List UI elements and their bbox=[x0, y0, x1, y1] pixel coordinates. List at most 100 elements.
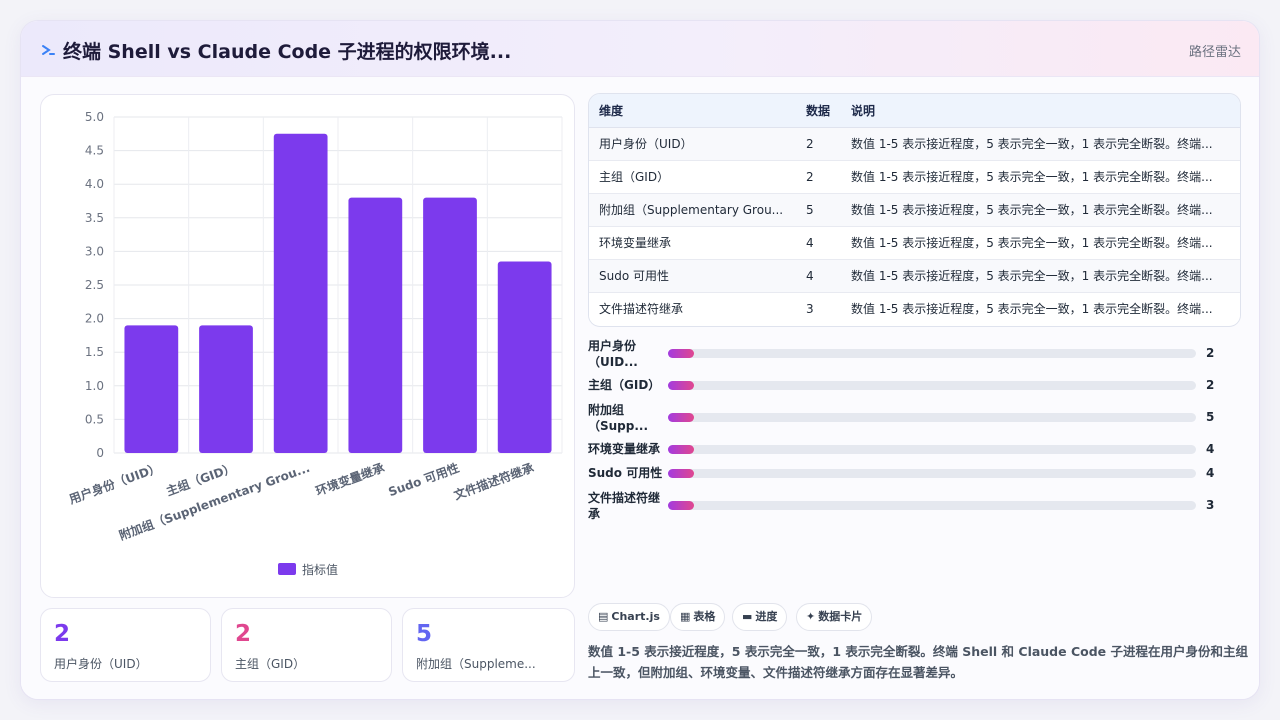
progress-fill bbox=[668, 469, 695, 478]
y-tick-label: 1.5 bbox=[85, 345, 104, 359]
stat-label: 主组（GID） bbox=[235, 657, 306, 671]
table-icon: ▦ bbox=[680, 610, 691, 623]
table-cell: 环境变量继承 bbox=[589, 226, 796, 260]
summary-text: 数值 1-5 表示接近程度，5 表示完全一致，1 表示完全断裂。终端 Shell… bbox=[588, 644, 1248, 680]
y-tick-label: 4.5 bbox=[85, 144, 104, 158]
page-title: 终端 Shell vs Claude Code 子进程的权限环境... bbox=[63, 41, 512, 63]
table-cell: 文件描述符继承 bbox=[589, 292, 796, 325]
table-cell: Sudo 可用性 bbox=[589, 259, 796, 293]
legend-swatch bbox=[278, 563, 296, 575]
progress-track bbox=[668, 381, 1196, 390]
progress-track bbox=[668, 501, 1196, 510]
table-cell: 4 bbox=[796, 226, 841, 260]
header-bar: 终端 Shell vs Claude Code 子进程的权限环境... 路径雷达 bbox=[21, 21, 1259, 77]
data-table: 维度 数据 说明 用户身份（UID） 2 数值 1-5 表示接近程度，5 表示完… bbox=[588, 93, 1241, 327]
chart-bar bbox=[124, 325, 179, 453]
progress-value: 2 bbox=[1206, 378, 1215, 392]
main-card: 终端 Shell vs Claude Code 子进程的权限环境... 路径雷达… bbox=[20, 20, 1260, 700]
chip-label: 数据卡片 bbox=[818, 610, 863, 623]
progress-fill bbox=[668, 381, 695, 390]
chart-bar bbox=[423, 197, 477, 453]
x-tick-label: 环境变量继承 bbox=[314, 460, 387, 499]
chip-data-card[interactable]: ✦ 数据卡片 bbox=[796, 603, 873, 631]
table-cell: 3 bbox=[796, 292, 841, 325]
table-cell: 主组（GID） bbox=[589, 160, 796, 194]
chart-bar bbox=[348, 197, 403, 453]
stat-label: 用户身份（UID） bbox=[54, 657, 148, 671]
table-row: 附加组（Supplementary Grou... 5 数值 1-5 表示接近程… bbox=[589, 193, 1240, 227]
progress-value: 4 bbox=[1206, 442, 1215, 456]
table-cell: 数值 1-5 表示接近程度，5 表示完全一致，1 表示完全断裂。终端... bbox=[841, 259, 1240, 293]
chip-label: 表格 bbox=[693, 610, 716, 623]
y-tick-label: 1.0 bbox=[85, 379, 104, 393]
y-tick-label: 2.5 bbox=[85, 278, 104, 292]
progress-track bbox=[668, 469, 1196, 478]
progress-row-env: 环境变量继承 4 bbox=[588, 440, 1248, 460]
bar-chart: 0 0.5 1.0 1.5 2.0 2.5 3.0 3.5 4.0 4.5 5.0 用户身份（UID）… bbox=[66, 110, 563, 577]
chip-label: 进度 bbox=[755, 610, 778, 623]
legend-label: 指标值 bbox=[302, 562, 338, 577]
chart-icon: ▤ bbox=[598, 610, 609, 623]
stat-card-supplementary: 5 附加组（Suppleme... bbox=[402, 608, 575, 682]
table-row: 用户身份（UID） 2 数值 1-5 表示接近程度，5 表示完全一致，1 表示完… bbox=[589, 127, 1240, 161]
column-header-dimension: 维度 bbox=[589, 94, 796, 128]
table-cell: 数值 1-5 表示接近程度，5 表示完全一致，1 表示完全断裂。终端... bbox=[841, 127, 1240, 161]
table-header-row: 维度 数据 说明 bbox=[589, 94, 1240, 128]
table-cell: 2 bbox=[796, 160, 841, 194]
y-tick-label: 2.0 bbox=[85, 312, 104, 326]
progress-fill bbox=[668, 445, 695, 454]
progress-label: 附加组（Supp... bbox=[588, 403, 649, 433]
stat-card-uid: 2 用户身份（UID） bbox=[40, 608, 211, 682]
progress-label: 文件描述符继承 bbox=[588, 491, 661, 521]
chart-bar bbox=[273, 133, 328, 454]
chip-table[interactable]: ▦ 表格 bbox=[670, 603, 726, 631]
chart-bar bbox=[199, 325, 253, 453]
table-cell: 4 bbox=[796, 259, 841, 293]
progress-fill bbox=[668, 349, 695, 358]
progress-row-gid: 主组（GID） 2 bbox=[588, 376, 1248, 396]
progress-value: 3 bbox=[1206, 498, 1215, 512]
chip-label: Chart.js bbox=[611, 610, 660, 623]
y-tick-label: 5.0 bbox=[85, 110, 104, 124]
table-cell: 数值 1-5 表示接近程度，5 表示完全一致，1 表示完全断裂。终端... bbox=[841, 292, 1240, 325]
progress-row-sudo: Sudo 可用性 4 bbox=[588, 464, 1248, 484]
table-row: 主组（GID） 2 数值 1-5 表示接近程度，5 表示完全一致，1 表示完全断… bbox=[589, 160, 1240, 194]
progress-track bbox=[668, 349, 1196, 358]
chip-progress[interactable]: ▬ 进度 bbox=[732, 603, 788, 631]
progress-label: 环境变量继承 bbox=[588, 442, 661, 456]
table-cell: 5 bbox=[796, 193, 841, 227]
progress-label: 用户身份（UID... bbox=[588, 339, 638, 369]
chip-chartjs[interactable]: ▤ Chart.js bbox=[588, 603, 670, 631]
chart-bar bbox=[497, 261, 552, 453]
path-radar-link[interactable]: 路径雷达 bbox=[1189, 41, 1241, 60]
y-tick-label: 3.0 bbox=[85, 244, 104, 258]
y-tick-label: 0.5 bbox=[85, 412, 104, 426]
table-cell: 数值 1-5 表示接近程度，5 表示完全一致，1 表示完全断裂。终端... bbox=[841, 193, 1240, 227]
progress-fill bbox=[668, 501, 695, 510]
progress-row-uid: 用户身份（UID... 2 bbox=[588, 337, 1248, 371]
progress-label: Sudo 可用性 bbox=[588, 466, 663, 480]
table-cell: 数值 1-5 表示接近程度，5 表示完全一致，1 表示完全断裂。终端... bbox=[841, 160, 1240, 194]
table-row: 环境变量继承 4 数值 1-5 表示接近程度，5 表示完全一致，1 表示完全断裂… bbox=[589, 226, 1240, 260]
stat-value: 2 bbox=[235, 621, 252, 647]
x-tick-label: 文件描述符继承 bbox=[452, 460, 536, 503]
progress-fill bbox=[668, 413, 695, 422]
y-tick-label: 3.5 bbox=[85, 211, 104, 225]
table-row: 文件描述符继承 3 数值 1-5 表示接近程度，5 表示完全一致，1 表示完全断… bbox=[589, 292, 1240, 325]
x-tick-label: Sudo 可用性 bbox=[386, 460, 461, 499]
table-row: Sudo 可用性 4 数值 1-5 表示接近程度，5 表示完全一致，1 表示完全… bbox=[589, 259, 1240, 293]
progress-icon: ▬ bbox=[742, 610, 753, 623]
progress-value: 2 bbox=[1206, 346, 1215, 360]
y-tick-label: 4.0 bbox=[85, 177, 104, 191]
stat-card-gid: 2 主组（GID） bbox=[221, 608, 392, 682]
column-header-description: 说明 bbox=[841, 94, 1240, 128]
y-tick-label: 0 bbox=[96, 446, 104, 460]
x-tick-label: 用户身份（UID） bbox=[66, 460, 162, 507]
bar-chart-panel: 0 0.5 1.0 1.5 2.0 2.5 3.0 3.5 4.0 4.5 5.0 用户身份（UID）… bbox=[40, 94, 575, 598]
stat-label: 附加组（Suppleme... bbox=[416, 657, 536, 671]
progress-value: 5 bbox=[1206, 410, 1215, 424]
table-cell: 数值 1-5 表示接近程度，5 表示完全一致，1 表示完全断裂。终端... bbox=[841, 226, 1240, 260]
progress-track bbox=[668, 445, 1196, 454]
progress-row-supplementary: 附加组（Supp... 5 bbox=[588, 401, 1248, 435]
progress-label: 主组（GID） bbox=[588, 378, 661, 392]
